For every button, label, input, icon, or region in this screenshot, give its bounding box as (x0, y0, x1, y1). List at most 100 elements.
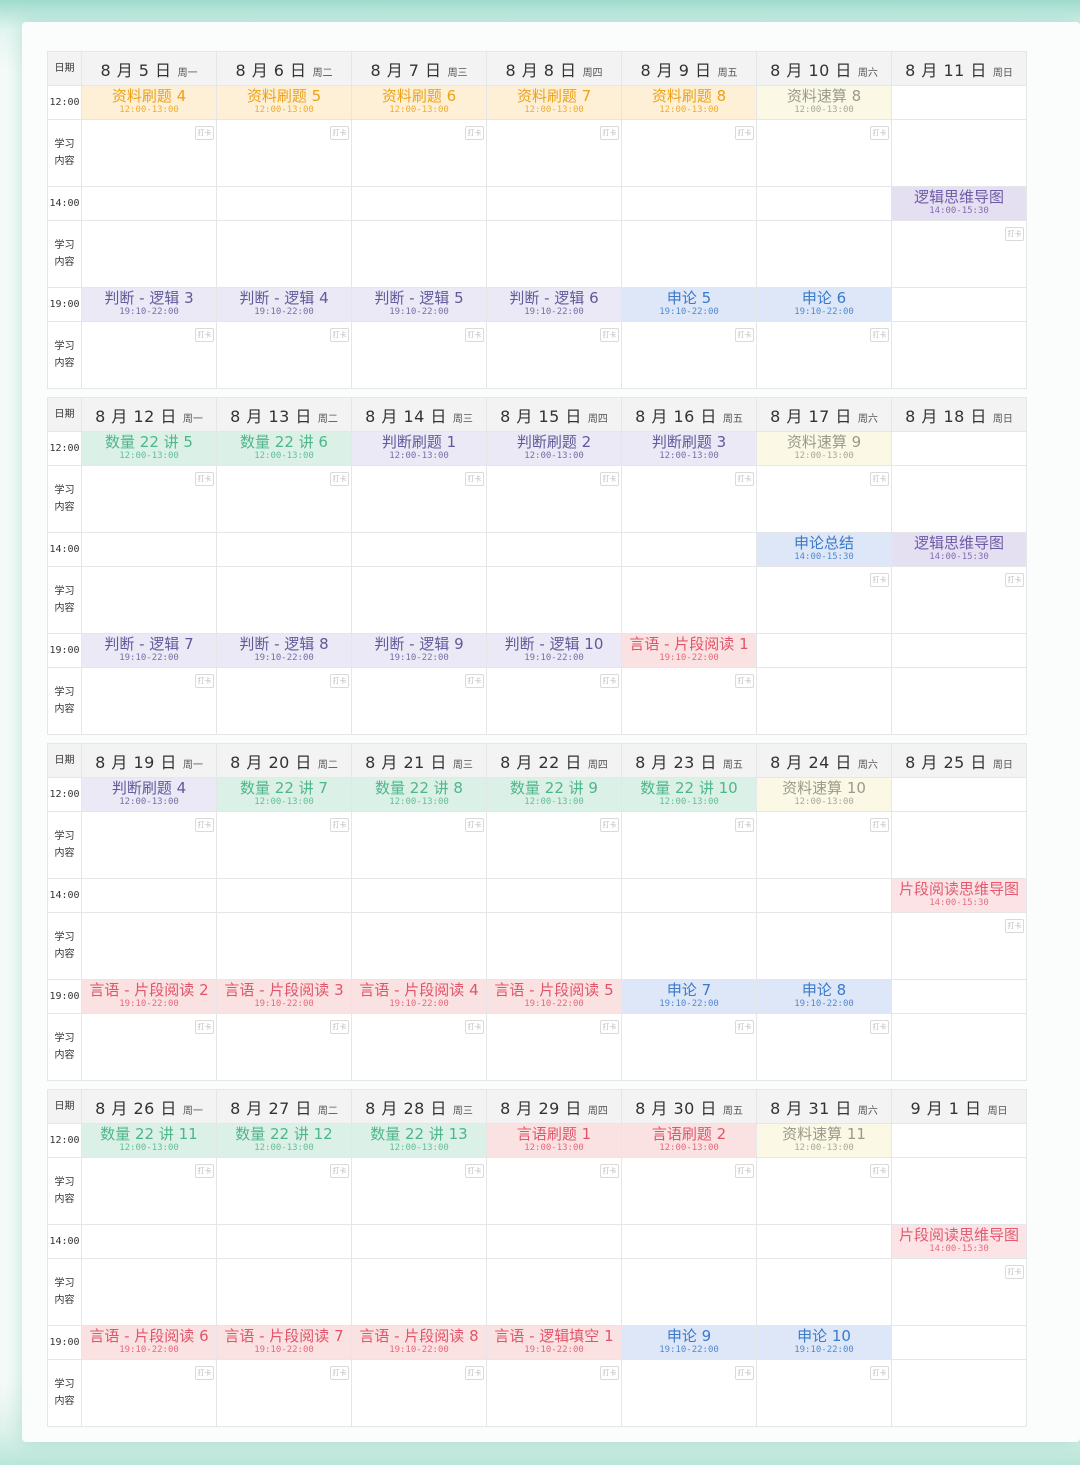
study-content-cell[interactable] (891, 119, 1027, 187)
slot-cell[interactable]: 申论 5 19:10-22:00 (621, 287, 757, 322)
punch-in-checkbox[interactable]: 打卡 (600, 1366, 619, 1380)
punch-in-checkbox[interactable]: 打卡 (735, 674, 754, 688)
punch-in-checkbox[interactable]: 打卡 (1005, 919, 1024, 933)
punch-in-checkbox[interactable]: 打卡 (330, 126, 349, 140)
punch-in-checkbox[interactable]: 打卡 (600, 1164, 619, 1178)
slot-cell[interactable]: 数量 22 讲 8 12:00-13:00 (351, 777, 487, 812)
study-content-cell[interactable]: 打卡 (621, 321, 757, 389)
event-block[interactable]: 申论 5 19:10-22:00 (622, 288, 756, 321)
study-content-cell[interactable] (756, 912, 892, 980)
study-content-cell[interactable]: 打卡 (81, 667, 217, 735)
study-content-cell[interactable]: 打卡 (486, 119, 622, 187)
study-content-cell[interactable]: 打卡 (81, 119, 217, 187)
slot-cell[interactable]: 言语 - 片段阅读 1 19:10-22:00 (621, 633, 757, 668)
event-block[interactable]: 申论 7 19:10-22:00 (622, 980, 756, 1013)
event-block[interactable]: 资料刷题 8 12:00-13:00 (622, 86, 756, 119)
punch-in-checkbox[interactable]: 打卡 (465, 1366, 484, 1380)
event-block[interactable]: 判断 - 逻辑 6 19:10-22:00 (487, 288, 621, 321)
punch-in-checkbox[interactable]: 打卡 (465, 126, 484, 140)
event-block[interactable]: 资料速算 8 12:00-13:00 (757, 86, 891, 119)
punch-in-checkbox[interactable]: 打卡 (1005, 573, 1024, 587)
event-block[interactable]: 逻辑思维导图 14:00-15:30 (892, 533, 1026, 566)
study-content-cell[interactable]: 打卡 (351, 811, 487, 879)
study-content-cell[interactable]: 打卡 (81, 465, 217, 533)
event-block[interactable]: 数量 22 讲 5 12:00-13:00 (82, 432, 216, 465)
slot-cell[interactable]: 资料刷题 6 12:00-13:00 (351, 85, 487, 120)
punch-in-checkbox[interactable]: 打卡 (195, 126, 214, 140)
punch-in-checkbox[interactable]: 打卡 (195, 674, 214, 688)
punch-in-checkbox[interactable]: 打卡 (600, 818, 619, 832)
slot-cell[interactable]: 资料刷题 5 12:00-13:00 (216, 85, 352, 120)
study-content-cell[interactable]: 打卡 (81, 811, 217, 879)
study-content-cell[interactable] (891, 465, 1027, 533)
study-content-cell[interactable]: 打卡 (486, 1013, 622, 1081)
study-content-cell[interactable]: 打卡 (891, 566, 1027, 634)
punch-in-checkbox[interactable]: 打卡 (465, 818, 484, 832)
study-content-cell[interactable]: 打卡 (486, 465, 622, 533)
study-content-cell[interactable]: 打卡 (351, 667, 487, 735)
punch-in-checkbox[interactable]: 打卡 (195, 328, 214, 342)
event-block[interactable]: 资料刷题 6 12:00-13:00 (352, 86, 486, 119)
slot-cell[interactable]: 判断刷题 3 12:00-13:00 (621, 431, 757, 466)
slot-cell[interactable]: 申论 7 19:10-22:00 (621, 979, 757, 1014)
study-content-cell[interactable]: 打卡 (621, 811, 757, 879)
punch-in-checkbox[interactable]: 打卡 (735, 328, 754, 342)
punch-in-checkbox[interactable]: 打卡 (465, 1164, 484, 1178)
study-content-cell[interactable] (756, 220, 892, 288)
study-content-cell[interactable]: 打卡 (756, 321, 892, 389)
event-block[interactable]: 数量 22 讲 9 12:00-13:00 (487, 778, 621, 811)
study-content-cell[interactable]: 打卡 (621, 1157, 757, 1225)
punch-in-checkbox[interactable]: 打卡 (465, 1020, 484, 1034)
slot-cell[interactable]: 判断 - 逻辑 5 19:10-22:00 (351, 287, 487, 322)
study-content-cell[interactable] (621, 566, 757, 634)
event-block[interactable]: 资料刷题 4 12:00-13:00 (82, 86, 216, 119)
study-content-cell[interactable]: 打卡 (351, 465, 487, 533)
slot-cell[interactable]: 判断 - 逻辑 9 19:10-22:00 (351, 633, 487, 668)
study-content-cell[interactable] (216, 1258, 352, 1326)
event-block[interactable]: 片段阅读思维导图 14:00-15:30 (892, 879, 1026, 912)
study-content-cell[interactable] (81, 566, 217, 634)
slot-cell[interactable]: 数量 22 讲 9 12:00-13:00 (486, 777, 622, 812)
event-block[interactable]: 资料速算 9 12:00-13:00 (757, 432, 891, 465)
slot-cell[interactable]: 言语 - 片段阅读 2 19:10-22:00 (81, 979, 217, 1014)
slot-cell[interactable]: 申论 8 19:10-22:00 (756, 979, 892, 1014)
study-content-cell[interactable]: 打卡 (756, 1359, 892, 1427)
punch-in-checkbox[interactable]: 打卡 (600, 328, 619, 342)
study-content-cell[interactable]: 打卡 (486, 321, 622, 389)
study-content-cell[interactable]: 打卡 (756, 1013, 892, 1081)
study-content-cell[interactable]: 打卡 (756, 566, 892, 634)
slot-cell[interactable]: 资料刷题 8 12:00-13:00 (621, 85, 757, 120)
study-content-cell[interactable] (351, 220, 487, 288)
slot-cell[interactable]: 判断 - 逻辑 6 19:10-22:00 (486, 287, 622, 322)
event-block[interactable]: 言语 - 片段阅读 7 19:10-22:00 (217, 1326, 351, 1359)
punch-in-checkbox[interactable]: 打卡 (465, 674, 484, 688)
study-content-cell[interactable] (756, 1258, 892, 1326)
punch-in-checkbox[interactable]: 打卡 (870, 818, 889, 832)
punch-in-checkbox[interactable]: 打卡 (735, 1366, 754, 1380)
punch-in-checkbox[interactable]: 打卡 (330, 1020, 349, 1034)
punch-in-checkbox[interactable]: 打卡 (600, 126, 619, 140)
slot-cell[interactable]: 判断 - 逻辑 10 19:10-22:00 (486, 633, 622, 668)
slot-cell[interactable]: 逻辑思维导图 14:00-15:30 (891, 532, 1027, 567)
study-content-cell[interactable] (756, 667, 892, 735)
slot-cell[interactable]: 言语 - 片段阅读 7 19:10-22:00 (216, 1325, 352, 1360)
punch-in-checkbox[interactable]: 打卡 (870, 573, 889, 587)
study-content-cell[interactable]: 打卡 (621, 1013, 757, 1081)
event-block[interactable]: 数量 22 讲 8 12:00-13:00 (352, 778, 486, 811)
slot-cell[interactable]: 资料速算 10 12:00-13:00 (756, 777, 892, 812)
study-content-cell[interactable] (351, 912, 487, 980)
event-block[interactable]: 申论 6 19:10-22:00 (757, 288, 891, 321)
study-content-cell[interactable] (891, 1013, 1027, 1081)
event-block[interactable]: 判断刷题 2 12:00-13:00 (487, 432, 621, 465)
slot-cell[interactable]: 资料刷题 7 12:00-13:00 (486, 85, 622, 120)
study-content-cell[interactable]: 打卡 (621, 119, 757, 187)
event-block[interactable]: 言语 - 片段阅读 6 19:10-22:00 (82, 1326, 216, 1359)
slot-cell[interactable]: 数量 22 讲 12 12:00-13:00 (216, 1123, 352, 1158)
slot-cell[interactable]: 言语 - 片段阅读 8 19:10-22:00 (351, 1325, 487, 1360)
study-content-cell[interactable]: 打卡 (351, 321, 487, 389)
punch-in-checkbox[interactable]: 打卡 (195, 1020, 214, 1034)
study-content-cell[interactable]: 打卡 (81, 1359, 217, 1427)
study-content-cell[interactable]: 打卡 (216, 1359, 352, 1427)
slot-cell[interactable]: 言语刷题 2 12:00-13:00 (621, 1123, 757, 1158)
slot-cell[interactable]: 资料速算 8 12:00-13:00 (756, 85, 892, 120)
